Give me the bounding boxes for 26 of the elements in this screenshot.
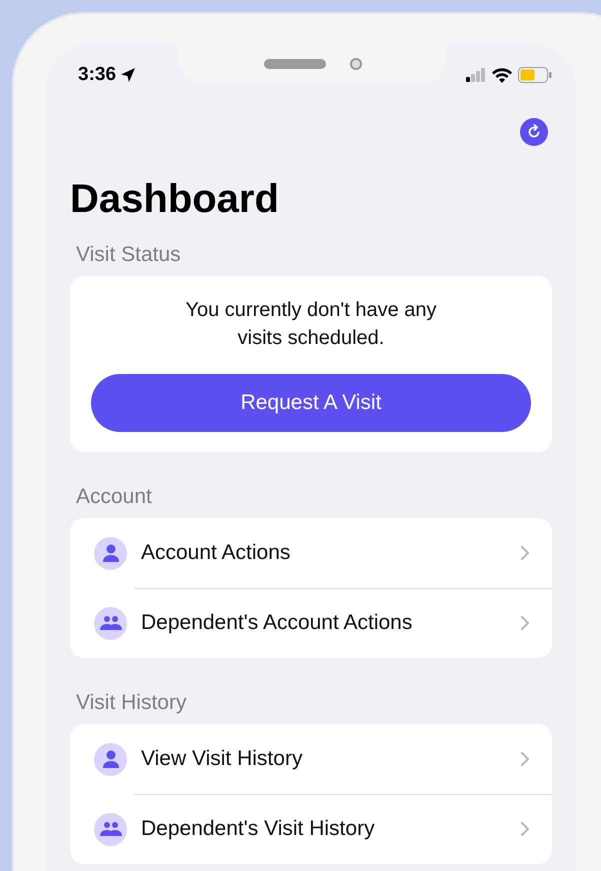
- page-title: Dashboard: [70, 176, 279, 223]
- person-icon: [100, 543, 120, 563]
- chevron-right-icon: [520, 821, 530, 837]
- speaker-grille: [264, 59, 326, 69]
- refresh-icon: [526, 124, 542, 140]
- chevron-right-icon: [520, 545, 530, 561]
- status-message: You currently don't have any visits scheduled.: [184, 298, 438, 351]
- people-icon: [100, 821, 122, 837]
- people-icon: [100, 615, 122, 631]
- refresh-button[interactable]: [520, 118, 548, 146]
- list-item[interactable]: Account Actions: [70, 518, 552, 588]
- section-heading: Account: [76, 484, 153, 510]
- section-heading: Visit Status: [76, 242, 182, 268]
- status-time: 3:36: [78, 64, 136, 86]
- wifi-icon: [492, 68, 512, 82]
- person-icon: [100, 749, 120, 769]
- list-item[interactable]: Dependent's Account Actions: [70, 588, 552, 658]
- list-item[interactable]: Dependent's Visit History: [70, 794, 552, 864]
- battery-icon: [518, 67, 552, 83]
- request-visit-button[interactable]: Request A Visit: [91, 374, 531, 432]
- signal-icon: [466, 68, 486, 82]
- list-item[interactable]: View Visit History: [70, 724, 552, 794]
- chevron-right-icon: [520, 751, 530, 767]
- chevron-right-icon: [520, 615, 530, 631]
- camera-lens: [350, 58, 362, 70]
- section-heading: Visit History: [76, 690, 188, 716]
